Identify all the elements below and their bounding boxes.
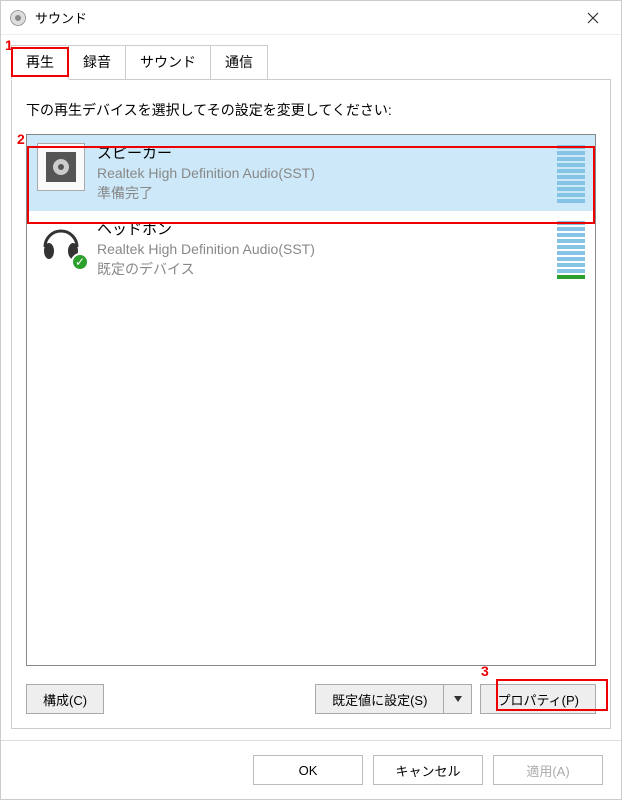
panel-buttons: 構成(C) 既定値に設定(S) プロパティ(P) [26, 684, 596, 714]
set-default-dropdown[interactable] [444, 684, 472, 714]
ok-button[interactable]: OK [253, 755, 363, 785]
annotation-2: 2 [17, 131, 25, 147]
device-text: ヘッドホン Realtek High Definition Audio(SST)… [97, 219, 545, 279]
tab-strip: 再生 録音 サウンド 通信 [1, 45, 621, 80]
window-title: サウンド [35, 8, 573, 27]
device-name: ヘッドホン [97, 219, 545, 240]
playback-panel: 下の再生デバイスを選択してその設定を変更してください: スピーカー Realte… [11, 79, 611, 729]
apply-button[interactable]: 適用(A) [493, 755, 603, 785]
titlebar: サウンド [1, 1, 621, 35]
device-list[interactable]: スピーカー Realtek High Definition Audio(SST)… [26, 134, 596, 666]
level-meter [557, 145, 585, 203]
device-name: スピーカー [97, 143, 545, 164]
close-button[interactable] [573, 3, 613, 33]
instruction-text: 下の再生デバイスを選択してその設定を変更してください: [26, 100, 596, 120]
device-item-headphone[interactable]: ✓ ヘッドホン Realtek High Definition Audio(SS… [27, 211, 595, 287]
tab-communications[interactable]: 通信 [210, 45, 268, 80]
sound-icon [9, 9, 27, 27]
configure-button[interactable]: 構成(C) [26, 684, 104, 714]
tab-recording[interactable]: 録音 [68, 45, 126, 80]
speaker-icon [37, 143, 85, 191]
annotation-1: 1 [5, 37, 13, 53]
level-meter [557, 221, 585, 279]
set-default-button[interactable]: 既定値に設定(S) [315, 684, 444, 714]
dialog-buttons: OK キャンセル 適用(A) [1, 740, 621, 799]
set-default-group: 既定値に設定(S) [315, 684, 472, 714]
device-item-speaker[interactable]: スピーカー Realtek High Definition Audio(SST)… [27, 135, 595, 211]
device-description: Realtek High Definition Audio(SST) [97, 164, 545, 184]
headphone-icon: ✓ [37, 219, 85, 267]
chevron-down-icon [454, 696, 462, 702]
sound-dialog: 1 2 3 サウンド 再生 録音 サウンド 通信 下の再生デバイスを選択してその… [0, 0, 622, 800]
annotation-3: 3 [481, 663, 489, 679]
properties-button[interactable]: プロパティ(P) [480, 684, 596, 714]
device-status: 既定のデバイス [97, 260, 545, 280]
cancel-button[interactable]: キャンセル [373, 755, 483, 785]
device-description: Realtek High Definition Audio(SST) [97, 240, 545, 260]
device-text: スピーカー Realtek High Definition Audio(SST)… [97, 143, 545, 203]
default-check-icon: ✓ [71, 253, 89, 271]
device-status: 準備完了 [97, 184, 545, 204]
tab-sounds[interactable]: サウンド [125, 45, 211, 80]
tab-playback[interactable]: 再生 [11, 45, 69, 80]
